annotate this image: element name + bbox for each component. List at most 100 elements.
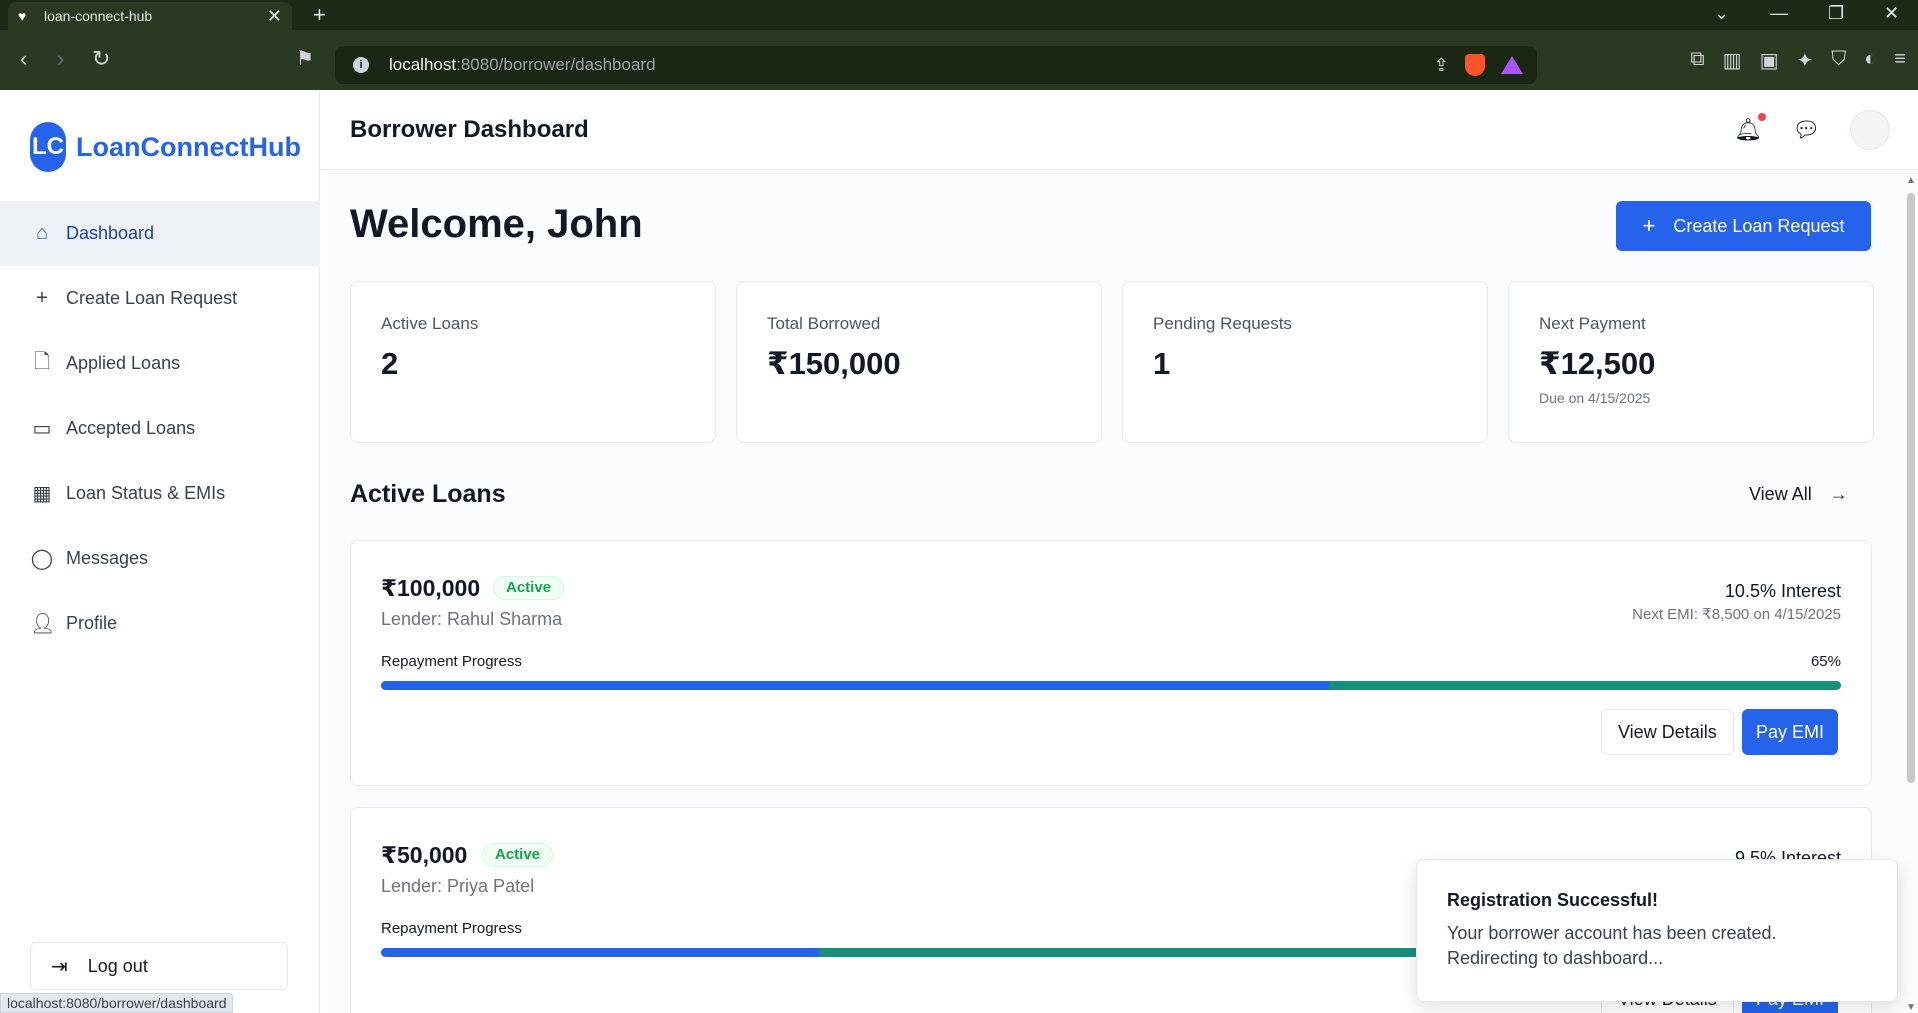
- page-scrollbar[interactable]: ▲ ▼: [1903, 175, 1918, 1013]
- home-icon: ⌂: [35, 222, 49, 244]
- sidebar-item-create-loan-request[interactable]: + Create Loan Request: [0, 266, 320, 331]
- new-tab-button[interactable]: +: [313, 2, 326, 28]
- vpn-icon[interactable]: ⛉: [1831, 48, 1846, 73]
- welcome-heading: Welcome, John: [350, 202, 643, 246]
- stat-label: Total Borrowed: [767, 314, 881, 333]
- stat-due-date: Due on 4/15/2025: [1539, 390, 1651, 406]
- notification-dot: [1758, 113, 1767, 121]
- status-badge: Active: [482, 843, 554, 867]
- view-all-label: View All: [1749, 484, 1812, 504]
- lender-name: Lender: Priya Patel: [381, 876, 535, 896]
- user-icon: 👤︎: [30, 613, 56, 635]
- sidebar-item-label: Accepted Loans: [66, 418, 196, 438]
- stat-card-active-loans: Active Loans 2: [350, 281, 716, 443]
- sidebar-toggle-icon[interactable]: ▥: [1723, 48, 1742, 73]
- stat-card-next-payment: Next Payment ₹12,500 Due on 4/15/2025: [1508, 281, 1874, 443]
- address-bar[interactable]: i localhost :8080/borrower/dashboard ⇪: [335, 46, 1537, 84]
- page-title: Borrower Dashboard: [350, 116, 589, 143]
- sidebar-item-profile[interactable]: 👤︎ Profile: [0, 591, 320, 656]
- close-tab-icon[interactable]: ✕: [267, 6, 282, 27]
- url-host: localhost: [389, 55, 457, 74]
- logo-mark: LC: [30, 122, 66, 172]
- restore-button[interactable]: ❐: [1828, 3, 1844, 24]
- profile-extension-icon[interactable]: ◐: [1864, 48, 1876, 73]
- view-all-link[interactable]: View All →: [1749, 484, 1848, 505]
- logout-button[interactable]: ⇥ Log out: [30, 942, 288, 990]
- menu-icon[interactable]: ≡: [1894, 48, 1906, 73]
- plus-icon: +: [1642, 213, 1656, 238]
- stat-value: ₹12,500: [1539, 346, 1656, 381]
- repayment-progress-bar: [381, 681, 1841, 690]
- sidebar-item-label: Create Loan Request: [66, 288, 238, 308]
- scroll-down-arrow-icon[interactable]: ▼: [1906, 1002, 1916, 1013]
- stat-label: Pending Requests: [1153, 314, 1292, 333]
- logout-icon: ⇥: [51, 955, 68, 978]
- sidebar-item-dashboard[interactable]: ⌂ Dashboard: [0, 201, 320, 266]
- tab-search-chevron-icon[interactable]: ⌄: [1714, 3, 1729, 24]
- stat-label: Active Loans: [381, 314, 479, 333]
- progress-label: Repayment Progress: [381, 653, 522, 670]
- scroll-up-arrow-icon[interactable]: ▲: [1906, 175, 1916, 186]
- sidebar-item-label: Dashboard: [66, 223, 155, 243]
- reload-button[interactable]: ↻: [92, 46, 110, 72]
- brave-shields-icon[interactable]: [1465, 54, 1485, 76]
- next-emi: Next EMI: ₹8,500 on 4/15/2025: [1632, 606, 1841, 623]
- bell-icon[interactable]: 🔔︎: [1734, 113, 1767, 143]
- brand-name: LoanConnectHub: [76, 131, 301, 162]
- file-icon: 🗋: [33, 350, 51, 373]
- status-badge: Active: [493, 576, 565, 600]
- arrow-right-icon: →: [1829, 484, 1848, 504]
- loan-card: ₹100,000 Active Lender: Rahul Sharma 10.…: [350, 540, 1872, 786]
- status-bar-url: localhost:8080/borrower/dashboard: [0, 993, 234, 1013]
- back-button[interactable]: ‹: [20, 46, 27, 72]
- minimize-button[interactable]: —: [1770, 3, 1788, 24]
- sidebar-item-loan-status[interactable]: ▦ Loan Status & EMIs: [0, 461, 320, 526]
- sidebar-item-applied-loans[interactable]: 🗋 Applied Loans: [0, 331, 320, 396]
- close-window-button[interactable]: ✕: [1884, 3, 1899, 24]
- create-loan-request-label: Create Loan Request: [1673, 215, 1845, 236]
- repayment-progress-fill: [381, 948, 819, 957]
- logout-label: Log out: [87, 955, 148, 976]
- toast-message: Your borrower account has been created. …: [1447, 923, 1777, 968]
- pay-emi-button[interactable]: Pay EMI: [1742, 709, 1839, 755]
- sidebar-nav: ⌂ Dashboard + Create Loan Request 🗋 Appl…: [0, 201, 320, 656]
- stat-label: Next Payment: [1539, 314, 1646, 333]
- sidebar-item-accepted-loans[interactable]: ▭ Accepted Loans: [0, 396, 320, 461]
- leo-ai-icon[interactable]: ✦: [1796, 48, 1813, 73]
- stat-card-pending-requests: Pending Requests 1: [1122, 281, 1488, 443]
- progress-label: Repayment Progress: [381, 920, 522, 937]
- sidebar-item-label: Messages: [66, 548, 149, 568]
- stat-card-total-borrowed: Total Borrowed ₹150,000: [736, 281, 1102, 443]
- tab-title: loan-connect-hub: [44, 8, 153, 24]
- bookmark-icon[interactable]: ⚑: [296, 46, 314, 72]
- repayment-progress-fill: [381, 681, 1330, 690]
- browser-toolbar: ‹ › ↻ ⚑ i localhost :8080/borrower/dashb…: [0, 30, 1918, 90]
- wallet-icon[interactable]: ▣: [1760, 48, 1779, 73]
- loan-amount: ₹50,000: [381, 842, 468, 868]
- create-loan-request-button[interactable]: + Create Loan Request: [1616, 201, 1871, 251]
- sidebar-item-messages[interactable]: ◯ Messages: [0, 526, 320, 591]
- share-icon[interactable]: ⇪: [1434, 55, 1449, 76]
- stat-value: ₹150,000: [767, 346, 901, 381]
- heart-favicon-icon: ♥: [18, 8, 27, 24]
- browser-tab[interactable]: ♥ loan-connect-hub ✕: [8, 2, 292, 30]
- chat-icon[interactable]: 💬︎: [1792, 117, 1820, 143]
- stat-value: 1: [1153, 346, 1171, 381]
- toast-notification[interactable]: Registration Successful! Your borrower a…: [1416, 859, 1898, 1002]
- avatar[interactable]: [1850, 110, 1890, 150]
- progress-percent: 65%: [1810, 653, 1841, 670]
- view-details-button[interactable]: View Details: [1601, 709, 1734, 755]
- extensions-icon[interactable]: ⧉: [1690, 48, 1704, 73]
- forward-button[interactable]: ›: [57, 46, 64, 72]
- loan-amount: ₹100,000: [381, 575, 481, 601]
- brave-rewards-icon[interactable]: [1501, 56, 1523, 74]
- sidebar-item-label: Loan Status & EMIs: [66, 483, 226, 503]
- brand-logo[interactable]: LC LoanConnectHub: [30, 122, 301, 172]
- scroll-thumb[interactable]: [1907, 193, 1915, 783]
- browser-tab-bar: ♥ loan-connect-hub ✕ + ⌄ — ❐ ✕: [0, 0, 1918, 30]
- sidebar-item-label: Profile: [66, 613, 118, 633]
- interest-rate: 10.5% Interest: [1724, 581, 1841, 601]
- credit-card-icon: ▭: [32, 418, 52, 440]
- plus-icon: +: [36, 287, 48, 309]
- site-info-icon[interactable]: i: [353, 57, 369, 73]
